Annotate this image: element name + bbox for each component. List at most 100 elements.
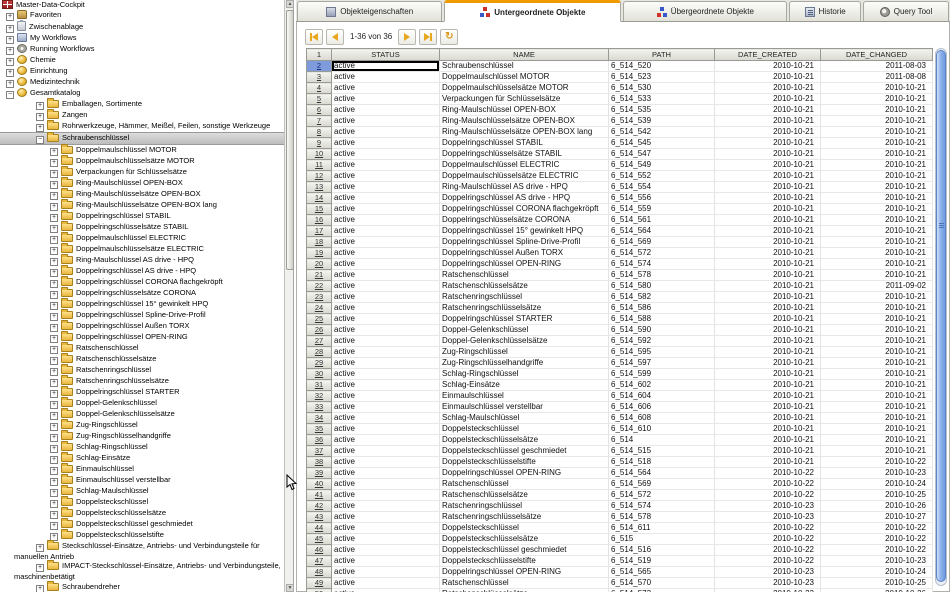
row-number-cell[interactable]: 7 bbox=[307, 116, 332, 127]
path-cell[interactable]: 6_514_569 bbox=[609, 237, 715, 248]
status-cell[interactable]: active bbox=[332, 589, 440, 592]
date-created-cell[interactable]: 2010-10-21 bbox=[715, 171, 821, 182]
status-cell[interactable]: active bbox=[332, 193, 440, 204]
tree-item-doppelmaulschl-ssels-tze-electric[interactable]: +Doppelmaulschlüsselsätze ELECTRIC bbox=[0, 244, 284, 255]
date-created-cell[interactable]: 2010-10-21 bbox=[715, 435, 821, 446]
tab--bergeordnete-objekte[interactable]: Übergeordnete Objekte bbox=[623, 1, 787, 21]
expand-icon[interactable]: + bbox=[50, 412, 58, 420]
expand-icon[interactable]: + bbox=[50, 302, 58, 310]
row-number-cell[interactable]: 24 bbox=[307, 303, 332, 314]
status-cell[interactable]: active bbox=[332, 578, 440, 589]
name-cell[interactable]: Schraubenschlüssel bbox=[440, 61, 609, 72]
expand-icon[interactable]: + bbox=[50, 280, 58, 288]
last-page-button[interactable] bbox=[419, 29, 437, 45]
status-cell[interactable]: active bbox=[332, 292, 440, 303]
date-created-cell[interactable]: 2010-10-21 bbox=[715, 83, 821, 94]
expand-icon[interactable]: + bbox=[50, 203, 58, 211]
row-number-cell[interactable]: 27 bbox=[307, 336, 332, 347]
expand-icon[interactable]: + bbox=[36, 102, 44, 110]
path-cell[interactable]: 6_514_545 bbox=[609, 138, 715, 149]
expand-icon[interactable]: + bbox=[36, 564, 44, 572]
expand-icon[interactable]: + bbox=[50, 225, 58, 233]
path-cell[interactable]: 6_514_570 bbox=[609, 578, 715, 589]
name-cell[interactable]: Doppelmaulschlüssel ELECTRIC bbox=[440, 160, 609, 171]
status-cell[interactable]: active bbox=[332, 204, 440, 215]
date-created-cell[interactable]: 2010-10-21 bbox=[715, 446, 821, 457]
status-cell[interactable]: active bbox=[332, 171, 440, 182]
date-created-cell[interactable]: 2010-10-23 bbox=[715, 567, 821, 578]
status-cell[interactable]: active bbox=[332, 72, 440, 83]
expand-icon[interactable]: + bbox=[50, 159, 58, 167]
path-cell[interactable]: 6_514_564 bbox=[609, 226, 715, 237]
date-changed-cell[interactable]: 2010-10-21 bbox=[821, 94, 933, 105]
status-cell[interactable]: active bbox=[332, 127, 440, 138]
date-created-cell[interactable]: 2010-10-21 bbox=[715, 347, 821, 358]
name-cell[interactable]: Doppelringschlüssel OPEN-RING bbox=[440, 468, 609, 479]
status-cell[interactable]: active bbox=[332, 83, 440, 94]
expand-icon[interactable]: + bbox=[50, 148, 58, 156]
date-changed-cell[interactable]: 2010-10-25 bbox=[821, 578, 933, 589]
date-created-cell[interactable]: 2010-10-21 bbox=[715, 292, 821, 303]
date-changed-cell[interactable]: 2010-10-21 bbox=[821, 424, 933, 435]
name-cell[interactable]: Doppelsteckschlüssel geschmiedet bbox=[440, 446, 609, 457]
row-number-cell[interactable]: 49 bbox=[307, 578, 332, 589]
name-cell[interactable]: Ring-Maulschlüsselsätze OPEN-BOX lang bbox=[440, 127, 609, 138]
expand-icon[interactable]: + bbox=[50, 423, 58, 431]
table-scrollbar-thumb[interactable] bbox=[936, 50, 946, 582]
row-number-cell[interactable]: 17 bbox=[307, 226, 332, 237]
status-cell[interactable]: active bbox=[332, 215, 440, 226]
name-cell[interactable]: Ratschenschlüssel bbox=[440, 270, 609, 281]
status-cell[interactable]: active bbox=[332, 567, 440, 578]
column-header-date_created[interactable]: DATE_CREATED bbox=[715, 49, 821, 61]
date-changed-cell[interactable]: 2010-10-21 bbox=[821, 391, 933, 402]
row-number-cell[interactable]: 48 bbox=[307, 567, 332, 578]
path-cell[interactable]: 6_514 bbox=[609, 435, 715, 446]
expand-icon[interactable]: + bbox=[50, 236, 58, 244]
path-cell[interactable]: 6_514_595 bbox=[609, 347, 715, 358]
name-cell[interactable]: Zug-Ringschlüsselhandgriffe bbox=[440, 358, 609, 369]
row-number-cell[interactable]: 26 bbox=[307, 325, 332, 336]
date-created-cell[interactable]: 2010-10-23 bbox=[715, 501, 821, 512]
name-cell[interactable]: Ratschenschlüsselsätze bbox=[440, 490, 609, 501]
name-cell[interactable]: Doppelsteckschlüssel bbox=[440, 424, 609, 435]
row-number-cell[interactable]: 30 bbox=[307, 369, 332, 380]
collapse-icon[interactable]: − bbox=[6, 91, 14, 99]
tree-item-ring-maulschl-ssel-as-drive-hpq[interactable]: +Ring-Maulschlüssel AS drive - HPQ bbox=[0, 255, 284, 266]
date-changed-cell[interactable]: 2010-10-26 bbox=[821, 589, 933, 592]
date-created-cell[interactable]: 2010-10-21 bbox=[715, 424, 821, 435]
tree-item-verpackungen-f-r-schl-ssels-tze[interactable]: +Verpackungen für Schlüsselsätze bbox=[0, 167, 284, 178]
path-cell[interactable]: 6_514_606 bbox=[609, 402, 715, 413]
tree-item-schraubendreher[interactable]: +Schraubendreher bbox=[0, 582, 284, 592]
path-cell[interactable]: 6_514_590 bbox=[609, 325, 715, 336]
expand-icon[interactable]: + bbox=[36, 113, 44, 121]
status-cell[interactable]: active bbox=[332, 182, 440, 193]
collapse-icon[interactable]: − bbox=[36, 136, 44, 144]
date-created-cell[interactable]: 2010-10-21 bbox=[715, 94, 821, 105]
name-cell[interactable]: Doppelsteckschlüsselstifte bbox=[440, 457, 609, 468]
tree-item-doppelsteckschl-ssel[interactable]: +Doppelsteckschlüssel bbox=[0, 497, 284, 508]
date-created-cell[interactable]: 2010-10-22 bbox=[715, 479, 821, 490]
expand-icon[interactable]: + bbox=[50, 324, 58, 332]
path-cell[interactable]: 6_514_597 bbox=[609, 358, 715, 369]
next-page-button[interactable] bbox=[398, 29, 416, 45]
date-created-cell[interactable]: 2010-10-21 bbox=[715, 61, 821, 72]
name-cell[interactable]: Ratschenschlüssel bbox=[440, 479, 609, 490]
tree-item-doppelringschl-ssel-spline-drive-profil[interactable]: +Doppelringschlüssel Spline-Drive-Profil bbox=[0, 310, 284, 321]
row-number-cell[interactable]: 10 bbox=[307, 149, 332, 160]
expand-icon[interactable]: + bbox=[50, 445, 58, 453]
date-created-cell[interactable]: 2010-10-23 bbox=[715, 512, 821, 523]
tree-scrollbar[interactable]: ▲ ▼ bbox=[284, 0, 294, 592]
tree-item-doppelringschl-ssel-as-drive-hpq[interactable]: +Doppelringschlüssel AS drive - HPQ bbox=[0, 266, 284, 277]
row-number-cell[interactable]: 3 bbox=[307, 72, 332, 83]
path-cell[interactable]: 6_514_547 bbox=[609, 149, 715, 160]
tree-item-favoriten[interactable]: +Favoriten bbox=[0, 10, 284, 21]
status-cell[interactable]: active bbox=[332, 248, 440, 259]
path-cell[interactable]: 6_514_539 bbox=[609, 116, 715, 127]
date-changed-cell[interactable]: 2010-10-21 bbox=[821, 182, 933, 193]
path-cell[interactable]: 6_514_608 bbox=[609, 413, 715, 424]
expand-icon[interactable]: + bbox=[50, 500, 58, 508]
name-cell[interactable]: Ratschenschlüsselsätze bbox=[440, 589, 609, 592]
row-number-cell[interactable]: 23 bbox=[307, 292, 332, 303]
tree-item-emballagen-sortimente[interactable]: +Emballagen, Sortimente bbox=[0, 99, 284, 110]
status-cell[interactable]: active bbox=[332, 259, 440, 270]
